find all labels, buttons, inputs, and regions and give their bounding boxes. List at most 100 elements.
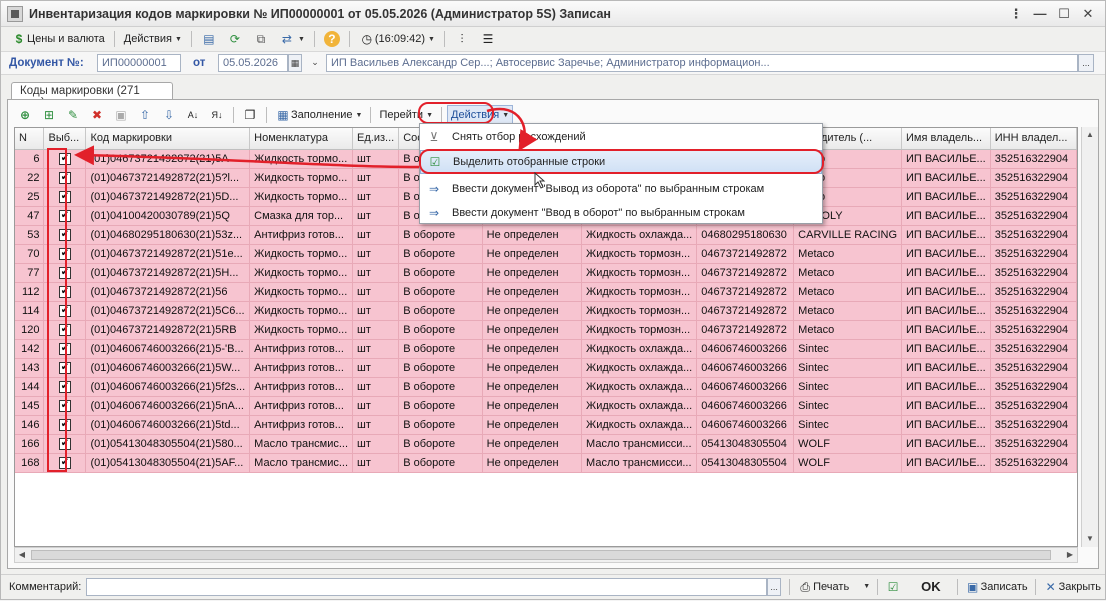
table-row[interactable]: 120 ✔ (01)04673721492872(21)5RB Жидкость то… (15, 320, 1077, 340)
cell-state: В обороте (398, 339, 483, 359)
chevron-down-icon: ▼ (502, 111, 510, 119)
scroll-up-icon[interactable]: ▲ (1082, 127, 1098, 143)
save-button[interactable]: ▣ Записать (961, 577, 1032, 597)
close-window-button[interactable]: ✕ (1079, 6, 1097, 22)
menu-dots-icon[interactable]: ⋮ (1007, 6, 1025, 22)
cell-code: (01)04673721492872(21)5?l... (85, 168, 251, 188)
fill-menu-button[interactable]: ▦ Заполнение ▼ (272, 105, 365, 125)
document-date-field[interactable]: 05.05.2026 (218, 54, 288, 72)
table-row[interactable]: 70 ✔ (01)04673721492872(21)51e... Жидкость … (15, 244, 1077, 264)
scroll-right-icon[interactable]: ▶ (1063, 548, 1077, 562)
table-row[interactable]: 144 ✔ (01)04606746003266(21)5f2s... Антифри… (15, 377, 1077, 397)
menu-item-remove-filter[interactable]: ⊻ Снять отбор расхождений (420, 125, 822, 149)
maximize-button[interactable]: ☐ (1055, 6, 1073, 22)
vertical-scrollbar[interactable]: ▲ ▼ (1081, 127, 1098, 547)
delete-row-button[interactable]: ✖ (86, 105, 108, 125)
cell-s3: Жидкость охлажда... (581, 415, 698, 435)
structure-button[interactable]: ⫶ (450, 29, 474, 49)
document-info-field[interactable]: ИП Васильев Александр Сер...; Автосервис… (326, 54, 1078, 72)
arrow-up-icon: ⇧ (139, 108, 151, 122)
cell-nom: Антифриз готов... (249, 339, 354, 359)
check-button[interactable]: ☑ (881, 577, 905, 597)
scroll-down-icon[interactable]: ▼ (1082, 531, 1098, 547)
cell-code: (01)04606746003266(21)5-'B... (85, 339, 251, 359)
end-edit-button[interactable]: ▣ (110, 105, 132, 125)
comment-more-button[interactable]: ... (767, 577, 782, 596)
minimize-button[interactable]: — (1031, 6, 1049, 22)
title-bar: Инвентаризация кодов маркировки № ИП0000… (1, 1, 1105, 27)
menu-item-label: Ввести документ "Вывод из оборота" по вы… (452, 183, 765, 195)
cell-s3: Жидкость охлажда... (581, 396, 698, 416)
table-row[interactable]: 77 ✔ (01)04673721492872(21)5H... Жидкость т… (15, 263, 1077, 283)
cell-unit: шт (352, 358, 400, 378)
cell-maker: Metaco (793, 320, 902, 340)
cell-inn: 352516322904 (990, 339, 1077, 359)
table-row[interactable]: 168 ✔ (01)05413048305504(21)5AF... Масло тр… (15, 453, 1077, 473)
cell-maker: Metaco (793, 263, 902, 283)
scroll-left-icon[interactable]: ◀ (15, 548, 29, 562)
cell-inn: 352516322904 (990, 149, 1077, 169)
column-header[interactable]: Имя владель... (901, 128, 991, 150)
time-button[interactable]: ◷ (16:09:42) ▼ (355, 29, 439, 49)
move-down-button[interactable]: ⇩ (158, 105, 180, 125)
sort-asc-button[interactable]: A↓ (182, 105, 204, 125)
horizontal-scrollbar[interactable]: ◀ ▶ (14, 547, 1078, 563)
tab-marking-codes[interactable]: Коды маркировки (271 поз.) (11, 82, 173, 109)
cell-s2: Не определен (482, 244, 583, 264)
add-row-button[interactable]: ⊕ (14, 105, 36, 125)
table-row[interactable]: 142 ✔ (01)04606746003266(21)5-'B... Антифри… (15, 339, 1077, 359)
ok-button[interactable]: OK (917, 577, 945, 597)
save-row-icon: ▣ (115, 108, 127, 122)
chevron-down-icon: ▼ (428, 35, 435, 43)
table-row[interactable]: 145 ✔ (01)04606746003266(21)5nA... Антифриз… (15, 396, 1077, 416)
list-view-button[interactable]: ☰ (476, 29, 500, 49)
post-document-button[interactable]: ▤ (197, 29, 221, 49)
cell-inn: 352516322904 (990, 187, 1077, 207)
close-button[interactable]: ✕ Закрыть (1039, 577, 1105, 597)
cell-s3: Жидкость тормозн... (581, 301, 698, 321)
column-header[interactable]: ИНН владел... (990, 128, 1077, 150)
table-row[interactable]: 112 ✔ (01)04673721492872(21)56 Жидкость тор… (15, 282, 1077, 302)
comment-input[interactable] (86, 577, 768, 596)
table-row[interactable]: 166 ✔ (01)05413048305504(21)580... Масло тр… (15, 434, 1077, 454)
actions-menu-button[interactable]: Действия ▼ (120, 29, 186, 49)
based-on-button[interactable]: ⇄ ▼ (275, 29, 309, 49)
edit-row-button[interactable]: ✎ (62, 105, 84, 125)
chevron-down-icon[interactable]: ⌄ (308, 54, 322, 72)
cell-inn: 352516322904 (990, 377, 1077, 397)
cell-unit: шт (352, 206, 400, 226)
table-row[interactable]: 114 ✔ (01)04673721492872(21)5C6... Жидкость… (15, 301, 1077, 321)
help-button[interactable]: ? (320, 29, 344, 49)
cell-owner: ИП ВАСИЛЬЕ... (901, 244, 991, 264)
cell-maker: WOLF (793, 453, 902, 473)
post-icon: ▤ (203, 32, 215, 46)
column-header[interactable]: Код маркировки (85, 128, 251, 150)
document-number-field[interactable]: ИП00000001 (97, 54, 181, 72)
document-info-more-button[interactable]: ... (1078, 54, 1094, 72)
cell-inn: 352516322904 (990, 434, 1077, 454)
scroll-thumb[interactable] (31, 550, 1051, 560)
calendar-button[interactable]: ▦ (288, 54, 302, 72)
print-button[interactable]: ⎙ Печать ▼ (793, 577, 874, 597)
move-up-button[interactable]: ⇧ (134, 105, 156, 125)
column-header[interactable]: Ед.из... (352, 128, 400, 150)
copy-doc-button[interactable]: ⧉ (249, 29, 273, 49)
menu-item-introduce-doc[interactable]: ⇒ Ввести документ "Ввод в оборот" по выб… (420, 201, 822, 225)
table-row[interactable]: 53 ✔ (01)04680295180630(21)53z... Антифриз … (15, 225, 1077, 245)
actions-menu-label: Действия (123, 33, 172, 45)
menu-item-withdraw-doc[interactable]: ⇒ Ввести документ "Вывод из оборота" по … (420, 177, 822, 201)
toolbar-separator (313, 31, 315, 47)
table-row[interactable]: 143 ✔ (01)04606746003266(21)5W... Антифриз … (15, 358, 1077, 378)
column-header[interactable]: Выб... (43, 128, 87, 150)
table-row[interactable]: 146 ✔ (01)04606746003266(21)5td... Антифриз… (15, 415, 1077, 435)
sort-desc-button[interactable]: Я↓ (206, 105, 228, 125)
prices-currency-button[interactable]: $ Цены и валюта (7, 29, 109, 49)
refresh-button[interactable]: ⟳ (223, 29, 247, 49)
cell-maker: Sintec (793, 415, 902, 435)
document-number-label: Документ №: (9, 57, 84, 69)
windows-button[interactable]: ❐ (239, 105, 261, 125)
copy-row-button[interactable]: ⊞ (38, 105, 60, 125)
column-header[interactable]: N (15, 128, 45, 150)
cell-unit: шт (352, 339, 400, 359)
column-header[interactable]: Номенклатура (249, 128, 354, 150)
